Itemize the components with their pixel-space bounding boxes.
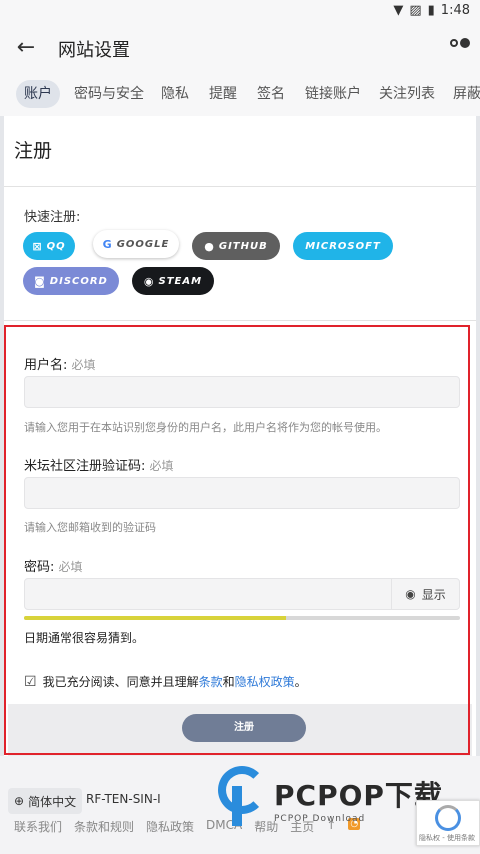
page-title: 网站设置 bbox=[58, 40, 130, 61]
status-icons: ▼ ▨ ▮ 1:48 bbox=[393, 3, 470, 18]
tab-privacy[interactable]: 隐私 bbox=[161, 80, 189, 108]
discord-icon: ◙ bbox=[34, 274, 46, 288]
recaptcha-icon bbox=[435, 805, 461, 831]
password-strength-bar bbox=[24, 616, 460, 620]
quick-register-label: 快速注册: bbox=[24, 210, 81, 225]
recaptcha-badge[interactable]: 隐私权 - 使用条款 bbox=[416, 800, 480, 846]
password-strength-fill bbox=[24, 616, 286, 620]
divider bbox=[4, 186, 476, 187]
globe-icon: ⊕ bbox=[14, 794, 25, 808]
discord-login-button[interactable]: ◙ DISCORD bbox=[23, 267, 119, 295]
region-code: RF-TEN-SIN-I bbox=[86, 792, 161, 806]
divider bbox=[4, 320, 476, 321]
tab-alerts[interactable]: 提醒 bbox=[209, 80, 237, 108]
github-icon: ● bbox=[204, 239, 215, 253]
footer-link-privacy[interactable]: 隐私政策 bbox=[146, 818, 194, 835]
microsoft-login-button[interactable]: MICROSOFT bbox=[293, 232, 393, 260]
terms-link[interactable]: 条款 bbox=[199, 675, 223, 689]
username-label: 用户名: 必填 bbox=[24, 358, 96, 373]
github-login-button[interactable]: ● GITHUB bbox=[192, 232, 280, 260]
qq-login-button[interactable]: ⊠ QQ bbox=[23, 232, 75, 260]
more-options-icon[interactable] bbox=[450, 38, 470, 48]
section-title: 注册 bbox=[14, 140, 53, 162]
tab-password-security[interactable]: 密码与安全 bbox=[74, 80, 144, 108]
checkbox-checked-icon[interactable]: ☑ bbox=[24, 674, 37, 690]
footer-link-contact[interactable]: 联系我们 bbox=[14, 818, 62, 835]
username-help: 请输入您用于在本站识别您身份的用户名，此用户名将作为您的帐号使用。 bbox=[24, 421, 387, 434]
verify-code-input[interactable] bbox=[24, 477, 460, 509]
username-input[interactable] bbox=[24, 376, 460, 408]
arrow-left-icon[interactable]: ← bbox=[12, 34, 40, 62]
google-icon: G bbox=[102, 237, 113, 251]
google-login-button[interactable]: G GOOGLE bbox=[93, 230, 179, 258]
tab-following[interactable]: 关注列表 bbox=[379, 80, 435, 108]
wifi-icon: ▼ bbox=[393, 3, 404, 18]
password-strength-text: 日期通常很容易猜到。 bbox=[24, 631, 145, 645]
no-sim-icon: ▨ bbox=[409, 3, 422, 18]
register-button[interactable]: 注册 bbox=[182, 714, 306, 742]
tab-account[interactable]: 账户 bbox=[16, 80, 60, 108]
verify-code-label: 米坛社区注册验证码: 必填 bbox=[24, 459, 174, 474]
eye-icon: ◉ bbox=[405, 587, 416, 601]
qq-icon: ⊠ bbox=[32, 239, 43, 253]
pcpop-logo bbox=[218, 766, 268, 832]
tab-signature[interactable]: 签名 bbox=[257, 80, 285, 108]
language-selector[interactable]: ⊕ 简体中文 bbox=[8, 788, 83, 814]
agree-terms[interactable]: ☑ 我已充分阅读、同意并且理解条款和隐私权政策。 bbox=[24, 673, 307, 690]
agree-text: 我已充分阅读、同意并且理解条款和隐私权政策。 bbox=[42, 675, 307, 689]
recaptcha-text: 隐私权 - 使用条款 bbox=[419, 834, 475, 842]
battery-icon: ▮ bbox=[427, 3, 435, 18]
status-time: 1:48 bbox=[440, 3, 470, 18]
steam-login-button[interactable]: ◉ STEAM bbox=[132, 267, 214, 295]
show-password-toggle[interactable]: ◉ 显示 bbox=[391, 579, 459, 609]
app-bar: ← 网站设置 bbox=[0, 24, 480, 72]
form-footer: 注册 bbox=[8, 704, 472, 756]
password-input[interactable]: ◉ 显示 bbox=[24, 578, 460, 610]
tab-linked-accounts[interactable]: 链接账户 bbox=[305, 80, 361, 108]
footer-link-terms[interactable]: 条款和规则 bbox=[74, 818, 134, 835]
tab-blocked[interactable]: 屏蔽 bbox=[453, 80, 480, 108]
privacy-link[interactable]: 隐私权政策 bbox=[235, 675, 295, 689]
status-bar: ▼ ▨ ▮ 1:48 bbox=[0, 0, 480, 24]
password-label: 密码: 必填 bbox=[24, 560, 83, 575]
settings-tabs: 账户 密码与安全 隐私 提醒 签名 链接账户 关注列表 屏蔽 bbox=[0, 72, 480, 116]
steam-icon: ◉ bbox=[143, 274, 155, 288]
watermark: PCPOP下载 PCPOP Download bbox=[218, 766, 443, 832]
verify-code-help: 请输入您邮箱收到的验证码 bbox=[24, 521, 156, 534]
register-card: 注册 快速注册: ⊠ QQ G GOOGLE ● GITHUB MICROSOFT ◙… bbox=[0, 116, 480, 756]
